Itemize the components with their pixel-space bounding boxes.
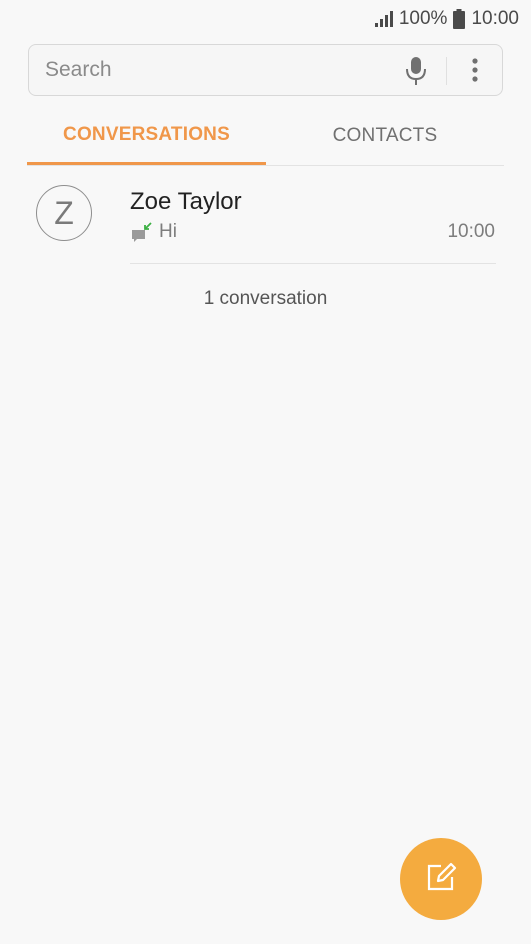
message-preview: Hi xyxy=(159,221,177,242)
search-bar xyxy=(28,44,503,96)
message-time: 10:00 xyxy=(447,221,495,242)
tab-contacts[interactable]: CONTACTS xyxy=(266,108,504,164)
signal-icon xyxy=(374,11,393,27)
search-input[interactable] xyxy=(45,45,385,95)
microphone-icon[interactable] xyxy=(403,56,429,86)
conversation-count: 1 conversation xyxy=(203,288,328,309)
battery-icon xyxy=(453,9,466,29)
tab-bar: CONVERSATIONS CONTACTS xyxy=(27,108,504,166)
battery-percent: 100% xyxy=(398,8,448,29)
tab-conversations[interactable]: CONVERSATIONS xyxy=(27,108,266,165)
conversation-list-item[interactable]: Z Zoe Taylor Hi 10:00 xyxy=(0,166,531,266)
divider xyxy=(130,263,496,264)
contact-name: Zoe Taylor xyxy=(130,188,242,215)
search-divider xyxy=(446,57,447,85)
more-options-icon[interactable] xyxy=(465,57,485,85)
incoming-message-icon xyxy=(131,222,153,242)
status-time: 10:00 xyxy=(471,8,519,29)
compose-icon xyxy=(424,860,458,899)
compose-button[interactable] xyxy=(400,838,482,920)
status-right: 100% 10:00 xyxy=(374,8,519,30)
status-bar: 100% 10:00 xyxy=(0,0,531,38)
messages-screen: 100% 10:00 Search CONVERSATIONS CONTACTS… xyxy=(0,0,531,944)
avatar[interactable]: Z xyxy=(36,185,92,241)
